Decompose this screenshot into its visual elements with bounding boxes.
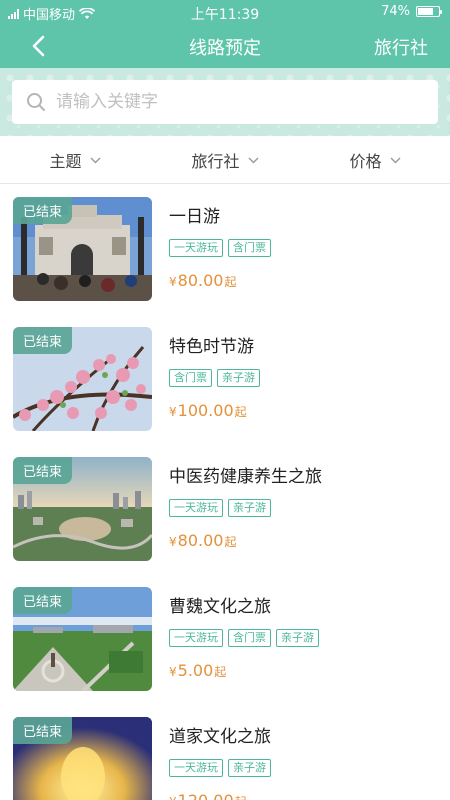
route-title[interactable]: 道家文化之旅 xyxy=(169,722,440,747)
chevron-down-icon xyxy=(248,157,258,163)
route-thumbnail[interactable]: 已结束 xyxy=(13,327,152,431)
route-info: 道家文化之旅 一天游玩 亲子游 ¥ 120.00 起 xyxy=(169,722,440,800)
route-thumbnail[interactable]: 已结束 xyxy=(13,457,152,561)
currency-symbol: ¥ xyxy=(169,405,177,419)
battery-percent: 74% xyxy=(381,4,410,19)
list-item[interactable]: 已结束 特色时节游 含门票 亲子游 ¥ 100.00 起 xyxy=(0,314,450,444)
price-value: 5.00 xyxy=(177,661,214,680)
status-right: 74% xyxy=(381,4,442,19)
battery-icon xyxy=(416,6,442,17)
price-value: 100.00 xyxy=(177,401,234,420)
route-info: 曹魏文化之旅 一天游玩 含门票 亲子游 ¥ 5.00 起 xyxy=(169,592,440,680)
filter-label: 主题 xyxy=(49,151,82,171)
tag-list: 一天游玩 含门票 亲子游 xyxy=(169,629,440,647)
chevron-down-icon xyxy=(390,157,400,163)
route-price: ¥ 5.00 起 xyxy=(169,661,440,680)
route-price: ¥ 100.00 起 xyxy=(169,401,440,420)
search-area xyxy=(0,68,450,136)
list-item[interactable]: 已结束 中医药健康养生之旅 一天游玩 亲子游 ¥ 80.00 起 xyxy=(0,444,450,574)
list-item[interactable]: 已结束 一日游 一天游玩 含门票 ¥ 80.00 起 xyxy=(0,184,450,314)
currency-symbol: ¥ xyxy=(169,795,177,800)
tag-list: 一天游玩 亲子游 xyxy=(169,759,440,777)
tag: 亲子游 xyxy=(228,499,271,517)
filter-price[interactable]: 价格 xyxy=(300,136,450,183)
route-title[interactable]: 特色时节游 xyxy=(169,332,440,357)
price-suffix: 起 xyxy=(214,665,227,679)
tag: 含门票 xyxy=(169,369,212,387)
route-thumbnail[interactable]: 已结束 xyxy=(13,197,152,301)
route-thumbnail[interactable]: 已结束 xyxy=(13,717,152,800)
status-badge: 已结束 xyxy=(13,327,73,354)
route-list: 已结束 一日游 一天游玩 含门票 ¥ 80.00 起 已结束 特色时节游 含门票… xyxy=(0,184,450,800)
tag: 含门票 xyxy=(228,629,271,647)
travel-agency-button[interactable]: 旅行社 xyxy=(374,34,428,60)
tag: 含门票 xyxy=(228,239,271,257)
tag: 亲子游 xyxy=(217,369,260,387)
route-price: ¥ 80.00 起 xyxy=(169,531,440,550)
price-suffix: 起 xyxy=(224,275,237,289)
status-badge: 已结束 xyxy=(13,717,73,744)
route-thumbnail[interactable]: 已结束 xyxy=(13,587,152,691)
filter-label: 价格 xyxy=(349,151,382,171)
search-icon xyxy=(27,93,45,111)
list-item[interactable]: 已结束 道家文化之旅 一天游玩 亲子游 ¥ 120.00 起 xyxy=(0,704,450,800)
route-info: 中医药健康养生之旅 一天游玩 亲子游 ¥ 80.00 起 xyxy=(169,462,440,550)
search-input[interactable] xyxy=(56,92,416,112)
filter-bar: 主题 旅行社 价格 xyxy=(0,136,450,184)
tag: 一天游玩 xyxy=(169,239,223,257)
currency-symbol: ¥ xyxy=(169,275,177,289)
status-badge: 已结束 xyxy=(13,457,73,484)
search-box[interactable] xyxy=(12,80,438,124)
tag-list: 一天游玩 亲子游 xyxy=(169,499,440,517)
route-title[interactable]: 中医药健康养生之旅 xyxy=(169,462,440,487)
price-suffix: 起 xyxy=(235,793,247,800)
route-price: ¥ 80.00 起 xyxy=(169,271,440,290)
tag-list: 一天游玩 含门票 xyxy=(169,239,440,257)
filter-theme[interactable]: 主题 xyxy=(0,136,150,183)
status-bar: 中国移动 上午11:39 74% xyxy=(0,0,450,24)
route-title[interactable]: 一日游 xyxy=(169,202,440,227)
price-value: 120.00 xyxy=(178,791,234,800)
tag: 亲子游 xyxy=(228,759,271,777)
price-value: 80.00 xyxy=(177,531,224,550)
route-info: 特色时节游 含门票 亲子游 ¥ 100.00 起 xyxy=(169,332,440,420)
filter-agency[interactable]: 旅行社 xyxy=(150,136,300,183)
tag: 一天游玩 xyxy=(169,759,223,777)
price-suffix: 起 xyxy=(224,535,237,549)
list-item[interactable]: 已结束 曹魏文化之旅 一天游玩 含门票 亲子游 ¥ 5.00 起 xyxy=(0,574,450,704)
tag-list: 含门票 亲子游 xyxy=(169,369,440,387)
tag: 一天游玩 xyxy=(169,499,223,517)
tag: 一天游玩 xyxy=(169,629,223,647)
status-badge: 已结束 xyxy=(13,197,73,224)
route-price: ¥ 120.00 起 xyxy=(169,791,440,800)
filter-label: 旅行社 xyxy=(191,151,240,171)
status-badge: 已结束 xyxy=(13,587,73,614)
price-suffix: 起 xyxy=(234,405,247,419)
route-info: 一日游 一天游玩 含门票 ¥ 80.00 起 xyxy=(169,202,440,290)
chevron-down-icon xyxy=(90,157,100,163)
currency-symbol: ¥ xyxy=(169,665,177,679)
price-value: 80.00 xyxy=(177,271,224,290)
tag: 亲子游 xyxy=(276,629,319,647)
nav-bar: 线路预定 旅行社 xyxy=(0,24,450,68)
route-title[interactable]: 曹魏文化之旅 xyxy=(169,592,440,617)
currency-symbol: ¥ xyxy=(169,535,177,549)
